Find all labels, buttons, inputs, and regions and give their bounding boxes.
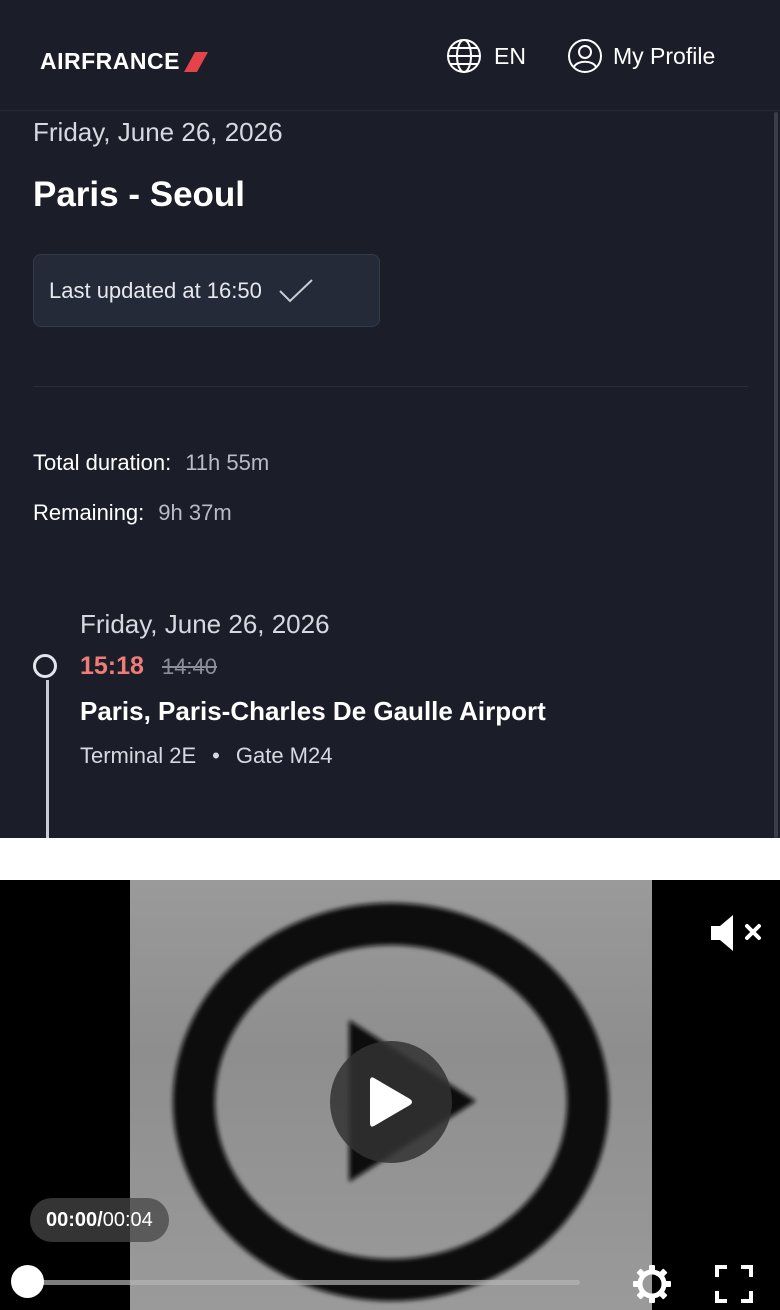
current-time: 00:00	[46, 1208, 98, 1231]
last-updated-text: Last updated at 16:50	[49, 277, 262, 303]
departure-old-time: 14:40	[161, 654, 218, 679]
terminal-gate-info: Terminal 2E • Gate M24	[80, 743, 332, 769]
flight-status-page: AIRFRANCE EN My Profile Friday, June 26,…	[0, 0, 780, 838]
departure-airport: Paris, Paris-Charles De Gaulle Airport	[80, 696, 546, 726]
departure-date: Friday, June 26, 2026	[80, 609, 330, 639]
logo-slash-icon	[183, 51, 208, 72]
top-header: AIRFRANCE EN My Profile	[0, 0, 780, 111]
settings-button[interactable]	[632, 1264, 672, 1309]
profile-label: My Profile	[613, 42, 716, 69]
video-scrubber-knob[interactable]	[11, 1265, 44, 1298]
gate-label: Gate M24	[235, 743, 333, 768]
remaining-value: 9h 37m	[158, 500, 232, 525]
departure-new-time: 15:18	[80, 652, 144, 680]
video-time-display: 00:00/ 00:04	[30, 1198, 169, 1242]
play-button[interactable]	[330, 1041, 452, 1163]
logo-text: AIRFRANCE	[40, 48, 180, 74]
language-selector[interactable]: EN	[446, 38, 526, 74]
last-updated-badge: Last updated at 16:50	[33, 254, 380, 327]
terminal-label: Terminal 2E	[80, 743, 197, 768]
remaining-label: Remaining:	[33, 500, 145, 525]
section-divider	[33, 386, 748, 387]
separator-dot: •	[212, 743, 220, 768]
fullscreen-button[interactable]	[714, 1264, 754, 1309]
total-duration: Total duration: 11h 55m	[33, 450, 269, 476]
language-label: EN	[494, 42, 526, 69]
total-duration-label: Total duration:	[33, 450, 172, 475]
globe-icon	[447, 39, 481, 73]
user-circle-icon	[568, 39, 602, 73]
settings-icon	[633, 1265, 671, 1303]
fullscreen-icon	[715, 1265, 753, 1303]
check-icon	[279, 278, 313, 302]
video-progress-bar[interactable]	[30, 1280, 580, 1285]
mute-icon	[711, 915, 761, 951]
timeline-line	[46, 680, 49, 838]
total-time: 00:04	[102, 1208, 153, 1231]
video-player[interactable]: 00:00/ 00:04	[0, 880, 780, 1310]
remaining-duration: Remaining: 9h 37m	[33, 500, 232, 526]
airfrance-logo[interactable]: AIRFRANCE	[40, 48, 208, 75]
flight-route-title: Paris - Seoul	[33, 175, 246, 214]
profile-button[interactable]: My Profile	[567, 38, 715, 74]
flight-date: Friday, June 26, 2026	[33, 117, 283, 147]
page-scrollbar[interactable]	[774, 112, 778, 838]
mute-button[interactable]	[707, 913, 765, 958]
play-icon	[370, 1077, 412, 1127]
timeline-departure-dot	[33, 654, 57, 678]
total-duration-value: 11h 55m	[185, 450, 270, 475]
departure-times: 15:18 14:40	[80, 652, 217, 681]
